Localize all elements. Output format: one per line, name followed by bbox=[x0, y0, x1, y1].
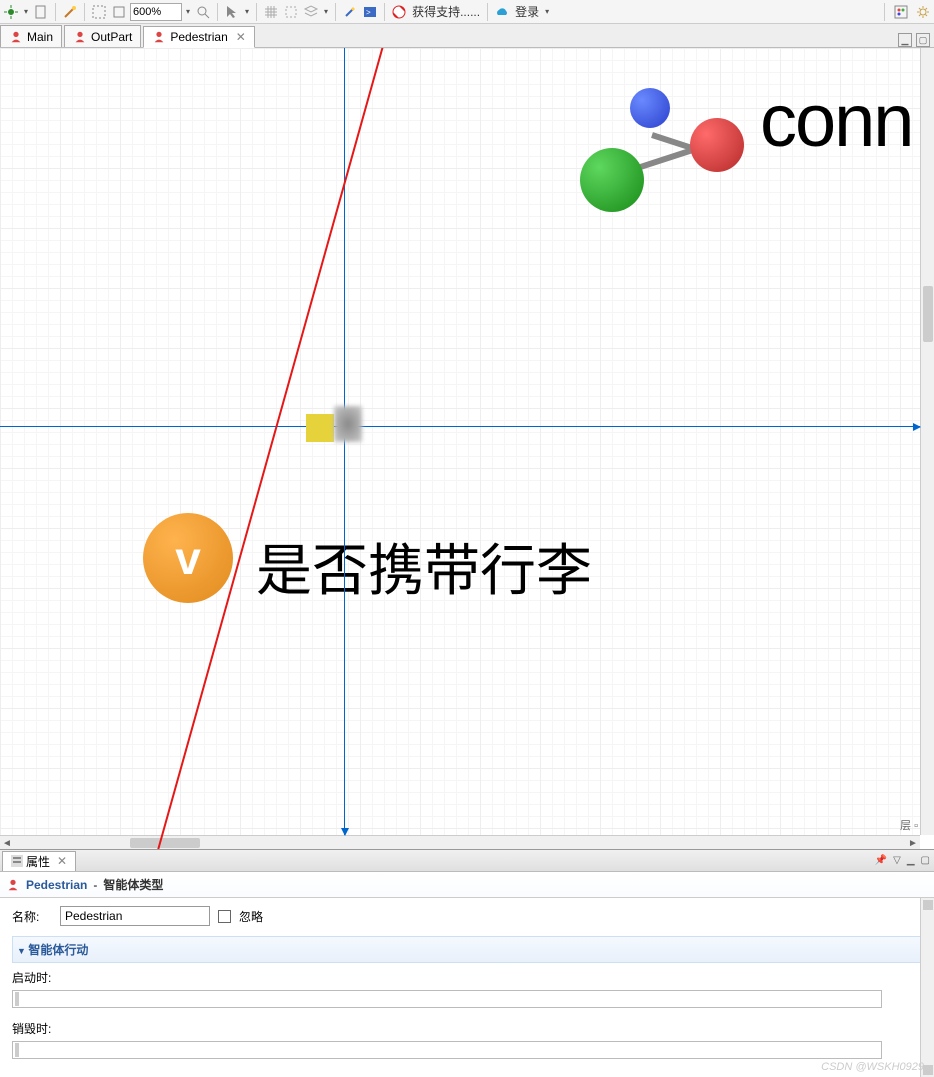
pin-icon[interactable]: 📌 bbox=[875, 855, 887, 866]
help-icon[interactable] bbox=[390, 3, 408, 21]
scroll-right-icon[interactable]: ► bbox=[906, 836, 920, 849]
grid-icon[interactable] bbox=[262, 3, 280, 21]
variable-label[interactable]: 是否携带行李 bbox=[256, 526, 592, 607]
name-label: 名称: bbox=[12, 908, 52, 925]
close-icon[interactable]: ✕ bbox=[57, 854, 67, 868]
properties-panel: 属性 ✕ 📌 ▽ ▁ ▢ Pedestrian - 智能体类型 名称: 忽略 bbox=[0, 849, 934, 1077]
tab-main[interactable]: Main bbox=[0, 25, 62, 47]
on-startup-input[interactable] bbox=[12, 990, 882, 1008]
node-green bbox=[580, 148, 644, 212]
section-agent-actions[interactable]: 智能体行动 bbox=[12, 936, 922, 963]
main-toolbar: ▾ ▾ ▾ ▾ > 获得支持...... 登录 ▾ bbox=[0, 0, 934, 24]
name-input[interactable] bbox=[60, 906, 210, 926]
agent-icon bbox=[6, 878, 20, 892]
agent-presentation[interactable] bbox=[334, 406, 362, 442]
wand-icon[interactable] bbox=[61, 3, 79, 21]
layers-dropdown[interactable]: ▾ bbox=[322, 7, 330, 16]
panel-title: Pedestrian bbox=[26, 878, 87, 892]
variable-icon[interactable]: v bbox=[143, 513, 233, 603]
zoom-input[interactable] bbox=[130, 3, 182, 21]
tab-label: Pedestrian bbox=[170, 30, 227, 44]
login-dropdown[interactable]: ▾ bbox=[543, 7, 551, 16]
scroll-left-icon[interactable]: ◄ bbox=[0, 836, 14, 849]
properties-tab-label: 属性 bbox=[26, 853, 50, 870]
support-label[interactable]: 获得支持...... bbox=[410, 3, 482, 20]
debug-dropdown[interactable]: ▾ bbox=[22, 7, 30, 16]
editor-canvas-container: conn v 是否携带行李 层 ▫ ◄ ► bbox=[0, 48, 934, 849]
minimize-icon[interactable]: ▁ bbox=[898, 33, 912, 47]
terminal-icon[interactable]: > bbox=[361, 3, 379, 21]
zoom-dropdown[interactable]: ▾ bbox=[184, 7, 192, 16]
select-icon[interactable] bbox=[223, 3, 241, 21]
horizontal-scrollbar[interactable]: ◄ ► bbox=[0, 835, 920, 849]
agent-icon bbox=[9, 30, 23, 44]
vertical-scrollbar[interactable] bbox=[920, 48, 934, 835]
ignore-label: 忽略 bbox=[239, 908, 263, 925]
login-label[interactable]: 登录 bbox=[513, 3, 541, 20]
panel-tabs: 属性 ✕ 📌 ▽ ▁ ▢ bbox=[0, 850, 934, 872]
cloud-icon[interactable] bbox=[493, 3, 511, 21]
layer-label[interactable]: 层 ▫ bbox=[900, 817, 918, 833]
minimize-icon[interactable]: ▁ bbox=[907, 855, 915, 866]
on-destroy-label: 销毁时: bbox=[12, 1020, 62, 1037]
svg-text:>: > bbox=[366, 8, 371, 17]
maximize-icon[interactable]: ▢ bbox=[921, 855, 930, 866]
node-blue bbox=[630, 88, 670, 128]
watermark: CSDN @WSKH0929 bbox=[821, 1061, 924, 1073]
layers-icon[interactable] bbox=[302, 3, 320, 21]
zoom-reset-icon[interactable] bbox=[90, 3, 108, 21]
panel-scrollbar[interactable] bbox=[920, 898, 934, 1077]
connections-label: conn bbox=[760, 78, 912, 163]
agent-icon bbox=[152, 30, 166, 44]
gear-icon[interactable] bbox=[914, 3, 932, 21]
panel-body: 名称: 忽略 智能体行动 启动时: 销毁时: CSDN @WSKH0929 bbox=[0, 898, 934, 1077]
panel-subtitle: 智能体类型 bbox=[103, 876, 163, 893]
zoom-fit-icon[interactable] bbox=[110, 3, 128, 21]
ignore-checkbox[interactable] bbox=[218, 910, 231, 923]
palette-icon[interactable] bbox=[892, 3, 910, 21]
snap-icon[interactable] bbox=[282, 3, 300, 21]
properties-icon bbox=[11, 855, 23, 867]
editor-tabs: Main OutPart Pedestrian ✕ ▁ ▢ bbox=[0, 24, 934, 48]
tab-label: Main bbox=[27, 30, 53, 44]
new-file-icon[interactable] bbox=[32, 3, 50, 21]
panel-title-bar: Pedestrian - 智能体类型 bbox=[0, 872, 934, 898]
node-red bbox=[690, 118, 744, 172]
wizard-icon[interactable] bbox=[341, 3, 359, 21]
tab-label: OutPart bbox=[91, 30, 132, 44]
agent-icon bbox=[73, 30, 87, 44]
search-icon[interactable] bbox=[194, 3, 212, 21]
tab-outpart[interactable]: OutPart bbox=[64, 25, 141, 47]
on-startup-label: 启动时: bbox=[12, 969, 62, 986]
editor-canvas[interactable] bbox=[0, 48, 920, 835]
tab-pedestrian[interactable]: Pedestrian ✕ bbox=[143, 26, 254, 48]
select-dropdown[interactable]: ▾ bbox=[243, 7, 251, 16]
properties-tab[interactable]: 属性 ✕ bbox=[2, 851, 76, 871]
close-icon[interactable]: ✕ bbox=[236, 30, 246, 44]
view-menu-icon[interactable]: ▽ bbox=[893, 855, 901, 866]
origin-marker[interactable] bbox=[306, 414, 334, 442]
maximize-icon[interactable]: ▢ bbox=[916, 33, 930, 47]
x-axis bbox=[0, 426, 920, 427]
on-destroy-input[interactable] bbox=[12, 1041, 882, 1059]
debug-icon[interactable] bbox=[2, 3, 20, 21]
